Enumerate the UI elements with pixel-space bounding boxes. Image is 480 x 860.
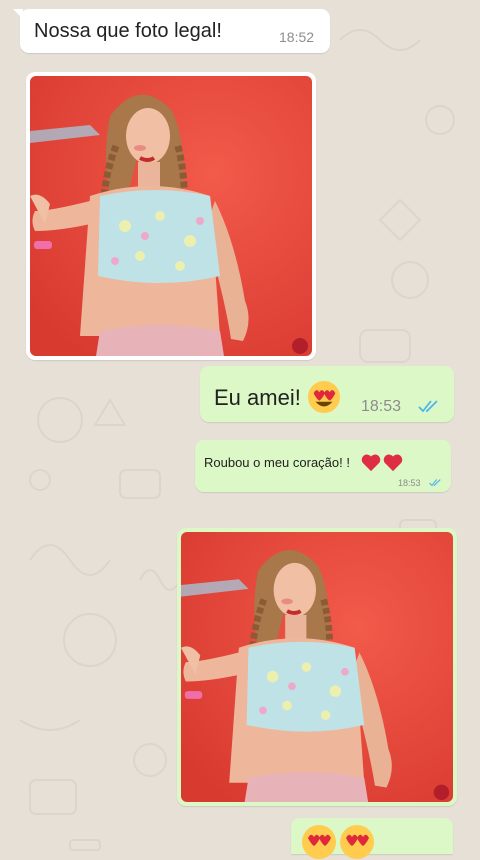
red-heart-emoji-icon — [361, 454, 380, 472]
bubble-tail — [13, 9, 23, 19]
outgoing-photo-bubble[interactable] — [177, 528, 457, 806]
photo-image[interactable] — [30, 76, 312, 356]
message-time: 18:53 — [398, 478, 421, 488]
outgoing-message-bubble[interactable]: Roubou o meu coração! ! 18:53 — [195, 440, 451, 492]
heart-eyes-emoji-icon — [302, 825, 336, 859]
outgoing-message-bubble[interactable]: Eu amei! 18:53 — [200, 366, 454, 422]
double-check-icon — [418, 400, 438, 413]
message-time: 18:52 — [279, 29, 315, 45]
message-text-row: Roubou o meu coração! ! — [204, 452, 404, 472]
red-heart-emoji-icon — [383, 454, 402, 472]
heart-eyes-emoji-icon — [307, 380, 341, 414]
message-text-row: Eu amei! — [214, 380, 341, 414]
message-time: 18:53 — [361, 398, 402, 415]
double-check-icon — [429, 479, 441, 487]
message-text: Roubou o meu coração! ! — [204, 455, 350, 470]
heart-eyes-emoji-icon — [340, 825, 374, 859]
incoming-photo-bubble[interactable] — [26, 72, 316, 360]
incoming-message-bubble[interactable]: Nossa que foto legal! 18:52 — [20, 9, 330, 53]
message-text: Nossa que foto legal! — [34, 20, 222, 42]
message-text: Eu amei! — [214, 385, 301, 410]
photo-image[interactable] — [181, 532, 453, 802]
outgoing-emoji-bubble[interactable] — [291, 818, 453, 859]
